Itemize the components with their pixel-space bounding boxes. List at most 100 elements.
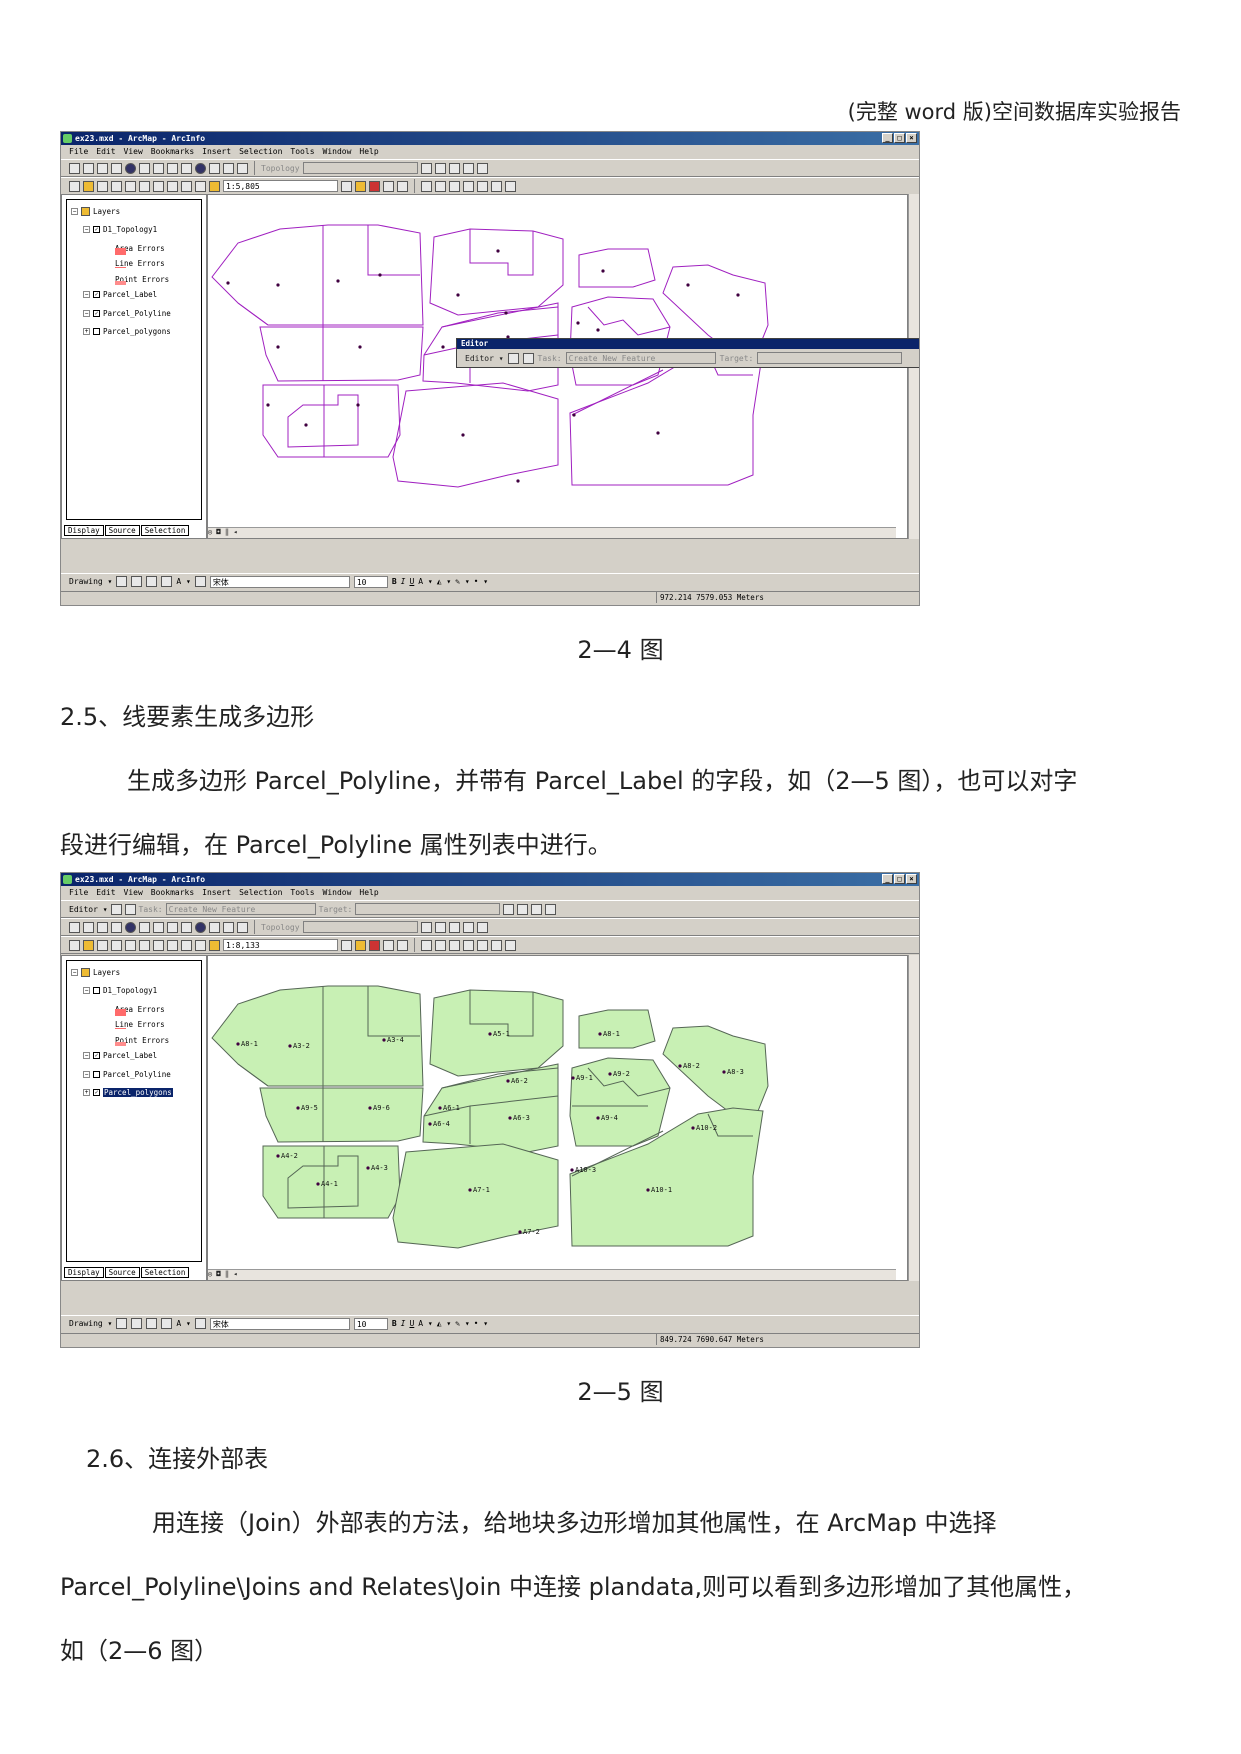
split-tool-icon[interactable] <box>503 903 515 915</box>
close-button[interactable]: × <box>906 874 917 884</box>
forward-icon[interactable] <box>153 921 164 933</box>
identify-icon[interactable] <box>195 921 206 933</box>
arccatalog-icon[interactable] <box>355 939 366 951</box>
error-inspector-icon[interactable] <box>476 921 488 933</box>
fixed-zoom-icon[interactable] <box>97 162 108 174</box>
task-dropdown[interactable]: Create New Feature <box>165 903 316 915</box>
close-button[interactable]: × <box>906 133 917 143</box>
vertical-scrollbar[interactable] <box>908 955 919 1281</box>
save-icon[interactable] <box>97 939 108 951</box>
underline-button[interactable]: U <box>409 1319 414 1328</box>
font-color-icon[interactable]: A ▾ <box>418 577 432 586</box>
menu-window[interactable]: Window <box>323 145 352 159</box>
edit-tool-icon[interactable] <box>507 352 519 364</box>
zoom-out-icon[interactable] <box>83 162 94 174</box>
zoom-in-icon[interactable] <box>69 921 80 933</box>
full-extent-icon[interactable] <box>125 921 136 933</box>
toc-layer[interactable]: + ✓ Parcel_polygons <box>71 1084 197 1103</box>
topology-edit-icon[interactable] <box>421 180 432 192</box>
tab-source[interactable]: Source <box>104 1267 140 1278</box>
tab-display[interactable]: Display <box>64 525 104 536</box>
topology-tool-icon[interactable] <box>420 921 432 933</box>
toc-layer[interactable]: − Parcel_Polyline <box>71 1065 197 1084</box>
fixed-zoom-icon[interactable] <box>97 921 108 933</box>
sketch-tool-icon[interactable] <box>522 352 534 364</box>
fix-error-icon[interactable] <box>462 921 474 933</box>
sketch-properties-icon[interactable] <box>545 903 557 915</box>
select-element-icon[interactable] <box>116 1318 128 1329</box>
shared-edit-icon[interactable] <box>491 180 502 192</box>
find-icon[interactable] <box>209 162 220 174</box>
attributes-icon[interactable] <box>531 903 543 915</box>
editor-menu[interactable]: Editor ▾ <box>465 354 504 363</box>
command-line-icon[interactable] <box>383 180 394 192</box>
menu-help[interactable]: Help <box>359 886 378 900</box>
map-topology-icon[interactable] <box>435 180 446 192</box>
menu-tools[interactable]: Tools <box>290 145 314 159</box>
zoom-in-icon[interactable] <box>69 162 80 174</box>
forward-icon[interactable] <box>153 162 164 174</box>
menu-view[interactable]: View <box>124 886 143 900</box>
italic-button[interactable]: I <box>401 577 406 586</box>
cut-icon[interactable] <box>125 939 136 951</box>
toc-root[interactable]: − Layers <box>71 963 197 982</box>
merge-icon[interactable] <box>505 180 516 192</box>
tab-source[interactable]: Source <box>104 525 140 536</box>
menu-bookmarks[interactable]: Bookmarks <box>151 886 194 900</box>
copy-icon[interactable] <box>139 180 150 192</box>
toc-layer[interactable]: − ✓ Parcel_Label <box>71 1047 197 1066</box>
map-topology-icon[interactable] <box>435 939 446 951</box>
font-color-icon[interactable]: A ▾ <box>418 1319 432 1328</box>
line-color-icon[interactable]: ✎ ▾ <box>455 1319 469 1328</box>
cut-icon[interactable] <box>125 180 136 192</box>
font-name-select[interactable]: 宋体 <box>209 575 350 588</box>
full-extent-icon[interactable] <box>125 162 136 174</box>
text-tool-icon[interactable]: A ▾ <box>176 577 190 586</box>
rotate-icon[interactable] <box>131 1318 143 1329</box>
arctoolbox-icon[interactable] <box>369 939 380 951</box>
topology-tool-icon[interactable] <box>420 162 432 174</box>
rectangle-icon[interactable] <box>161 576 173 587</box>
line-color-icon[interactable]: ✎ ▾ <box>455 577 469 586</box>
help-icon[interactable] <box>397 180 408 192</box>
minimize-button[interactable]: _ <box>882 133 893 143</box>
pan-icon[interactable] <box>111 162 122 174</box>
toc-layer[interactable]: − ✓ Parcel_Label <box>71 286 197 305</box>
zoom-whole-page-icon[interactable] <box>146 576 158 587</box>
save-icon[interactable] <box>97 180 108 192</box>
planarize-icon[interactable] <box>477 180 488 192</box>
new-icon[interactable] <box>69 939 80 951</box>
font-size-select[interactable]: 10 <box>353 575 388 588</box>
undo-icon[interactable] <box>181 180 192 192</box>
map-scale-input[interactable]: 1:8,133 <box>223 939 338 951</box>
toc-layer[interactable]: + Parcel_polygons <box>71 323 197 342</box>
validate-icon[interactable] <box>434 162 446 174</box>
maximize-button[interactable]: □ <box>894 133 905 143</box>
rotate-icon[interactable] <box>131 576 143 587</box>
font-name-select[interactable]: 宋体 <box>209 1317 350 1330</box>
delete-icon[interactable] <box>167 939 178 951</box>
add-data-icon[interactable] <box>209 939 220 951</box>
toc-root[interactable]: − Layers <box>71 202 197 221</box>
menu-bookmarks[interactable]: Bookmarks <box>151 145 194 159</box>
toc-layer[interactable]: − ✓ Parcel_Polyline <box>71 304 197 323</box>
bold-button[interactable]: B <box>392 577 397 586</box>
horizontal-scrollbar[interactable]: ◎ ◘ ‖ ◂ <box>208 1269 896 1280</box>
underline-button[interactable]: U <box>409 577 414 586</box>
sketch-tool-icon[interactable] <box>124 903 136 915</box>
minimize-button[interactable]: _ <box>882 874 893 884</box>
editor-toolbar-icon[interactable] <box>341 939 352 951</box>
tab-selection[interactable]: Selection <box>140 1267 190 1278</box>
validate-area-icon[interactable] <box>448 921 460 933</box>
fill-color-icon[interactable]: ◭ ▾ <box>437 1319 451 1328</box>
select-elements-icon[interactable] <box>181 162 192 174</box>
arccatalog-icon[interactable] <box>355 180 366 192</box>
menu-edit[interactable]: Edit <box>96 145 115 159</box>
marker-color-icon[interactable]: • ▾ <box>474 1319 488 1328</box>
error-inspector-icon[interactable] <box>476 162 488 174</box>
editor-toolbar-icon[interactable] <box>341 180 352 192</box>
construct-features-icon[interactable] <box>463 180 474 192</box>
show-shared-icon[interactable] <box>449 180 460 192</box>
add-data-icon[interactable] <box>209 180 220 192</box>
pan-icon[interactable] <box>111 921 122 933</box>
